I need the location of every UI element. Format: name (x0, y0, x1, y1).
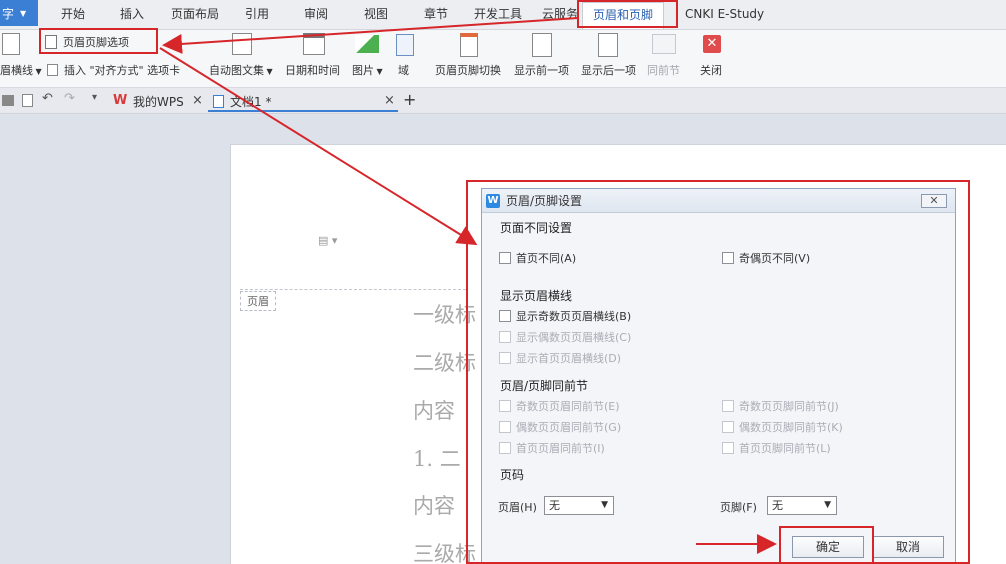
menu-reference[interactable]: 引用 (245, 0, 269, 28)
annotation-box-menu (577, 0, 678, 28)
menu-chapter[interactable]: 章节 (424, 0, 448, 28)
doc-line: 内容 (413, 494, 455, 518)
chevron-down-icon: ▼ (374, 67, 383, 76)
close-icon: ✕ (703, 35, 721, 53)
insert-align-label: 插入 "对齐方式" 选项卡 (64, 64, 181, 77)
annotation-box-options (39, 28, 158, 54)
auto-text-label: 自动图文集 (209, 64, 264, 77)
show-next-button[interactable]: 显示后一项 (581, 62, 636, 78)
show-previous-button[interactable]: 显示前一项 (514, 62, 569, 78)
menu-insert[interactable]: 插入 (120, 0, 144, 28)
undo-icon[interactable]: ↶ (42, 91, 53, 106)
header-boundary (240, 289, 466, 290)
insert-align-tab-button[interactable]: 插入 "对齐方式" 选项卡 (47, 62, 180, 78)
picture-label: 图片 (352, 64, 374, 77)
picture-icon (355, 35, 379, 53)
close-header-footer-button[interactable]: 关闭 (700, 62, 722, 78)
close-tab-icon[interactable]: × (384, 93, 395, 108)
menu-view[interactable]: 视图 (364, 0, 388, 28)
menu-start[interactable]: 开始 (61, 0, 85, 28)
menu-review[interactable]: 审阅 (304, 0, 328, 28)
calendar-icon (303, 33, 325, 55)
field-icon (396, 34, 414, 56)
preview-icon[interactable] (22, 94, 33, 107)
app-label: 字 (2, 6, 15, 21)
menu-cloud[interactable]: 云服务 (542, 0, 578, 28)
menu-developer[interactable]: 开发工具 (474, 0, 522, 28)
auto-text-button[interactable]: 自动图文集 ▼ (209, 62, 273, 78)
header-line-icon (2, 33, 20, 55)
doc-line: 内容 (413, 399, 455, 423)
paste-options-icon[interactable]: ▤ ▾ (318, 234, 337, 247)
field-button[interactable]: 域 (398, 62, 409, 78)
insert-icon (47, 64, 58, 76)
header-marker: 页眉 (240, 291, 276, 311)
same-as-previous-icon (652, 34, 676, 54)
auto-text-icon (232, 33, 252, 55)
chevron-down-icon: ▼ (33, 67, 42, 76)
menu-layout[interactable]: 页面布局 (171, 0, 219, 28)
redo-icon[interactable]: ↷ (64, 91, 75, 106)
annotation-box-dialog (466, 180, 970, 564)
tab-my-wps[interactable]: 我的WPS (133, 92, 184, 112)
close-tab-icon[interactable]: × (192, 93, 203, 108)
same-as-previous-button[interactable]: 同前节 (647, 62, 680, 78)
switch-icon (460, 33, 478, 57)
menu-bar: 字 ▼ 开始 插入 页面布局 引用 审阅 视图 章节 开发工具 云服务 页眉和页… (0, 0, 1006, 30)
chevron-down-icon: ▼ (264, 67, 273, 76)
header-line-button[interactable]: 眉横线 ▼ (0, 62, 42, 78)
picture-button[interactable]: 图片 ▼ (352, 62, 383, 78)
wps-logo-icon: W (113, 93, 128, 108)
show-previous-icon (532, 33, 552, 57)
header-line-label: 眉横线 (0, 64, 33, 77)
new-tab-button[interactable]: + (403, 90, 416, 110)
show-next-icon (598, 33, 618, 57)
document-icon (213, 95, 224, 108)
customize-icon[interactable]: ▾ (92, 92, 97, 103)
tab-bar: ↶ ↷ ▾ W 我的WPS × 文档1 * × + (0, 88, 1006, 114)
date-time-button[interactable]: 日期和时间 (285, 62, 340, 78)
menu-cnki[interactable]: CNKI E-Study (685, 0, 764, 28)
app-menu-button[interactable]: 字 ▼ (0, 0, 38, 26)
print-icon[interactable] (2, 95, 14, 106)
chevron-down-icon: ▼ (20, 8, 27, 18)
doc-line: 1. 二 (413, 447, 461, 471)
header-footer-switch-button[interactable]: 页眉页脚切换 (435, 62, 501, 78)
annotation-box-ok (779, 526, 874, 564)
tab-document-label: 文档1 * (230, 95, 272, 109)
tab-document[interactable]: 文档1 * (208, 92, 398, 112)
